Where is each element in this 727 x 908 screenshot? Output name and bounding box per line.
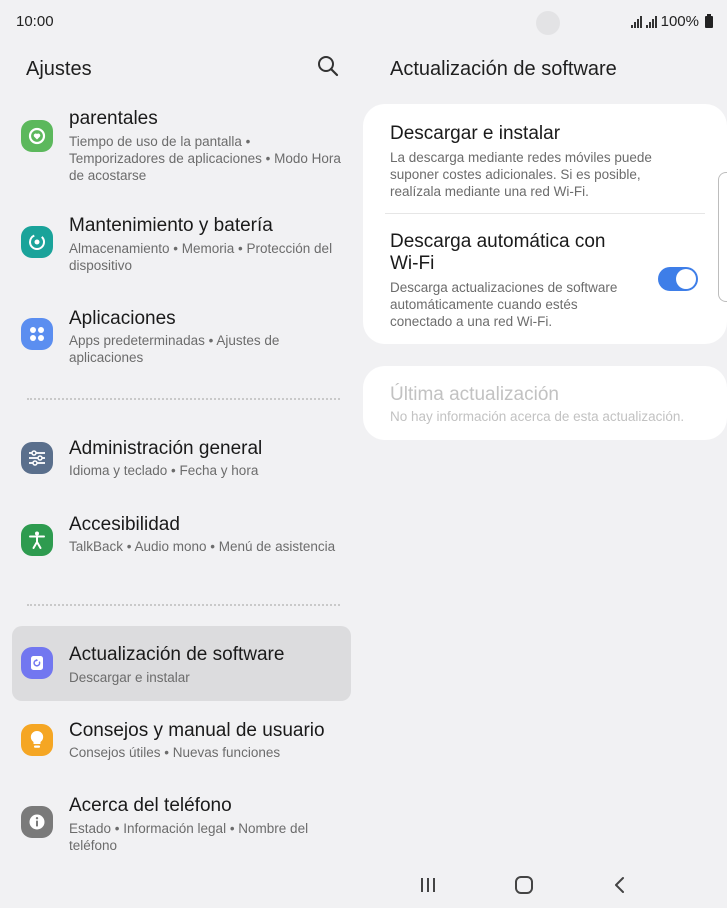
auto-download-title: Descarga automática con Wi-Fi	[390, 231, 606, 274]
search-icon	[318, 56, 339, 77]
list-item-apps[interactable]: Aplicaciones Apps predeterminadas • Ajus…	[12, 300, 351, 374]
auto-download-toggle[interactable]	[658, 267, 698, 291]
list-item-subtitle: Apps predeterminadas • Ajustes de aplica…	[69, 333, 280, 365]
page-title: Ajustes	[26, 58, 92, 80]
front-camera	[536, 11, 560, 35]
digital-wellbeing-icon	[21, 120, 53, 152]
list-item-subtitle: Almacenamiento • Memoria • Protección de…	[69, 241, 333, 273]
battery-percent: 100%	[660, 13, 699, 30]
last-update-card: Última actualización No hay información …	[363, 366, 727, 440]
list-item-subtitle: Idioma y teclado • Fecha y hora	[69, 463, 259, 478]
download-install-row[interactable]: Descargar e instalar La descarga mediant…	[363, 104, 727, 213]
tips-lightbulb-icon	[21, 724, 53, 756]
settings-list-pane[interactable]: parentales Tiempo de uso de la pantalla …	[0, 44, 363, 864]
list-item-device-care[interactable]: Mantenimiento y batería Almacenamiento •…	[12, 208, 351, 282]
list-item-tips-manual[interactable]: Consejos y manual de usuario Consejos út…	[12, 716, 351, 776]
device-care-icon	[21, 226, 53, 258]
list-item-title: Aplicaciones	[69, 308, 176, 329]
list-item-title: Mantenimiento y batería	[69, 215, 273, 236]
left-pane-header: Ajustes	[0, 44, 363, 94]
back-button[interactable]	[605, 872, 635, 898]
recent-apps-button[interactable]	[413, 872, 443, 898]
navigation-bar	[363, 864, 727, 908]
general-management-icon	[21, 442, 53, 474]
signal-icon	[630, 15, 642, 28]
home-button[interactable]	[509, 872, 539, 898]
list-item-title: Administración general	[69, 438, 263, 459]
apps-icon	[21, 318, 53, 350]
auto-download-subtitle: Descarga actualizaciones de software aut…	[390, 280, 618, 329]
toggle-knob	[676, 269, 696, 289]
back-icon	[615, 877, 624, 893]
last-update-title: Última actualización	[390, 384, 559, 405]
software-update-icon	[21, 647, 53, 679]
download-install-subtitle: La descarga mediante redes móviles puede…	[390, 150, 652, 199]
edge-panel-handle[interactable]	[718, 172, 727, 302]
status-bar: 10:00 100%	[0, 0, 727, 44]
battery-icon	[705, 13, 713, 28]
signal-icon	[645, 15, 657, 28]
list-item-general-management[interactable]: Administración general Idioma y teclado …	[12, 428, 351, 488]
recent-apps-icon	[421, 878, 435, 892]
update-options-card: Descargar e instalar La descarga mediant…	[363, 104, 727, 344]
list-item-subtitle: Descargar e instalar	[69, 670, 190, 685]
list-item-subtitle: Estado • Información legal • Nombre del …	[69, 821, 309, 853]
search-button[interactable]	[316, 54, 342, 80]
last-update-subtitle: No hay información acerca de esta actual…	[390, 409, 685, 424]
list-item-accessibility[interactable]: Accesibilidad TalkBack • Audio mono • Me…	[12, 504, 351, 578]
list-item-digital-wellbeing[interactable]: parentales Tiempo de uso de la pantalla …	[12, 100, 351, 190]
section-divider	[27, 398, 340, 400]
list-item-title: Actualización de software	[69, 644, 285, 665]
download-install-title: Descargar e instalar	[390, 123, 561, 144]
accessibility-icon	[21, 524, 53, 556]
list-item-subtitle: Consejos útiles • Nuevas funciones	[69, 745, 281, 760]
list-item-software-update[interactable]: Actualización de software Descargar e in…	[12, 626, 351, 701]
list-item-title: parentales	[69, 108, 158, 129]
status-time: 10:00	[16, 13, 54, 30]
section-divider	[27, 604, 340, 606]
list-item-title: Acerca del teléfono	[69, 795, 232, 816]
info-icon	[21, 806, 53, 838]
list-item-title: Consejos y manual de usuario	[69, 720, 325, 741]
list-item-about-phone[interactable]: Acerca del teléfono Estado • Información…	[12, 792, 351, 862]
status-right: 100%	[630, 13, 713, 30]
list-item-title: Accesibilidad	[69, 514, 180, 535]
home-icon	[515, 876, 533, 894]
detail-title: Actualización de software	[390, 58, 617, 80]
list-item-subtitle: TalkBack • Audio mono • Menú de asistenc…	[69, 539, 336, 554]
list-item-subtitle: Tiempo de uso de la pantalla • Temporiza…	[69, 134, 341, 183]
